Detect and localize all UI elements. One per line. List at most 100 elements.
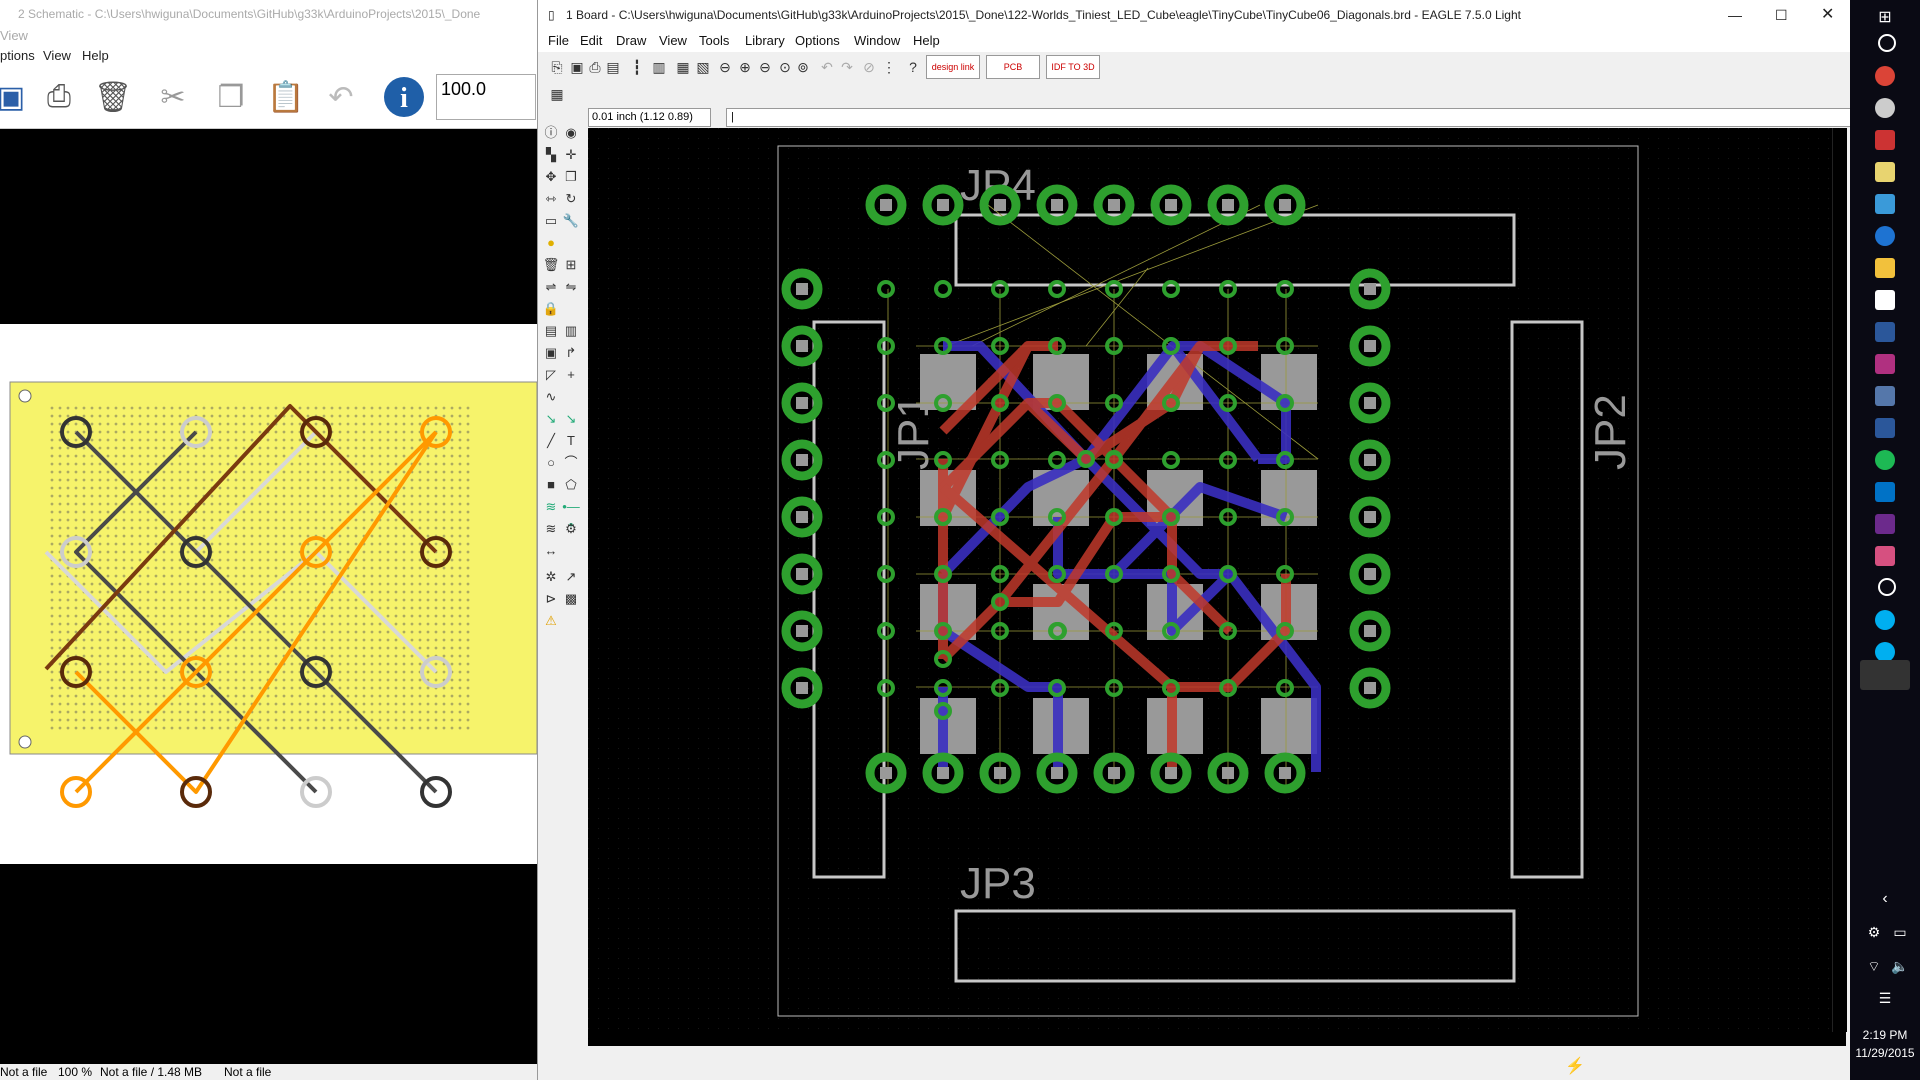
print-icon[interactable]: ⎙ — [586, 58, 604, 76]
erc-icon[interactable]: ▩ — [562, 590, 580, 608]
lock-icon[interactable]: 🔒 — [542, 300, 560, 318]
autorouter-icon[interactable]: ↗ — [562, 568, 580, 586]
rect-icon[interactable]: ■ — [542, 476, 560, 494]
save-icon[interactable]: ▣ — [0, 74, 34, 120]
menu-file[interactable]: File — [548, 33, 569, 48]
group-icon[interactable]: ▭ — [542, 212, 560, 230]
paste-icon[interactable]: ● — [542, 234, 560, 252]
menu-view[interactable]: View — [659, 33, 687, 48]
route-icon[interactable]: ◸ — [542, 366, 560, 384]
horizontal-scrollbar[interactable] — [588, 1032, 1846, 1046]
name-icon[interactable]: ⇌ — [542, 278, 560, 296]
info-icon[interactable]: i — [381, 74, 427, 120]
hole-icon[interactable]: ≋ — [542, 520, 560, 538]
split-icon[interactable]: ▣ — [542, 344, 560, 362]
menu-draw[interactable]: Draw — [616, 33, 646, 48]
zoom-fit-icon[interactable]: ⊖ — [716, 58, 734, 76]
cam-icon[interactable]: ▤ — [604, 58, 622, 76]
menu-options[interactable]: Options — [795, 33, 840, 48]
move-icon[interactable]: ✥ — [542, 168, 560, 186]
change-icon[interactable]: 🔧 — [562, 212, 580, 230]
skype-icon-2[interactable] — [1875, 642, 1895, 662]
go-icon[interactable]: ⋮ — [880, 58, 898, 76]
copy-icon[interactable]: ❐ — [562, 168, 580, 186]
outlook-icon[interactable] — [1875, 482, 1895, 502]
visual-studio-icon[interactable] — [1875, 514, 1895, 534]
app-icon-4[interactable] — [1875, 322, 1895, 342]
paste-icon[interactable]: 📋 — [263, 74, 309, 120]
menu-edit[interactable]: Edit — [580, 33, 602, 48]
copy-icon[interactable]: ❐ — [208, 74, 254, 120]
notes-icon[interactable] — [1875, 162, 1895, 182]
close-icon[interactable]: ✕ — [1821, 0, 1834, 30]
wifi-icon[interactable]: ⌔ — [1864, 958, 1884, 978]
menu-library[interactable]: Library — [745, 33, 785, 48]
open-icon[interactable]: ⎘ — [548, 58, 566, 76]
show-icon[interactable]: ◉ — [562, 124, 580, 142]
redo-icon[interactable]: ↷ — [838, 58, 856, 76]
display-icon[interactable]: ▚ — [542, 146, 560, 164]
menu-view[interactable]: View — [43, 48, 71, 63]
meander-icon[interactable]: ∿ — [542, 388, 560, 406]
dimension-icon[interactable]: ↔ — [542, 542, 560, 560]
app-icon-2[interactable] — [1875, 130, 1895, 150]
schematic-icon[interactable]: ▦ — [674, 58, 692, 76]
chrome-icon[interactable] — [1875, 66, 1895, 86]
board-canvas[interactable]: JP4 JP3 JP1 JP2 — [588, 128, 1846, 1032]
idf-to-3d-button[interactable]: IDF TO 3D — [1046, 55, 1100, 79]
spotify-icon[interactable] — [1875, 450, 1895, 470]
cut-icon[interactable]: ✂ — [150, 74, 196, 120]
maximize-icon[interactable]: ☐ — [1775, 0, 1788, 30]
arc-icon[interactable]: ⌒ — [562, 454, 580, 472]
app-icon-3[interactable] — [1875, 194, 1895, 214]
wire-icon[interactable]: ↘ — [542, 410, 560, 428]
zoom-out-icon[interactable]: ⊖ — [756, 58, 774, 76]
undo-icon[interactable]: ↶ — [818, 58, 836, 76]
signal-icon[interactable]: •—• — [562, 498, 580, 532]
explorer-icon[interactable] — [1875, 258, 1895, 278]
clock-time[interactable]: 2:19 PM — [1850, 1028, 1920, 1042]
app-icon-6[interactable] — [1875, 386, 1895, 406]
ratsnest-icon[interactable]: ✲ — [542, 568, 560, 586]
app-icon-7[interactable] — [1875, 546, 1895, 566]
help-icon[interactable]: ? — [904, 58, 922, 76]
mirror-icon[interactable]: ⇿ — [542, 190, 560, 208]
chevron-up-icon[interactable]: ‹ — [1875, 890, 1895, 910]
board-switch-icon[interactable]: ▧ — [694, 58, 712, 76]
script-icon[interactable]: ▥ — [650, 58, 668, 76]
value-icon[interactable]: ⇋ — [562, 278, 580, 296]
app-icon-8[interactable] — [1878, 578, 1896, 596]
drc-icon[interactable]: ⊳ — [542, 590, 560, 608]
save-icon[interactable]: ▣ — [568, 58, 586, 76]
word-icon[interactable] — [1875, 418, 1895, 438]
settings-icon[interactable]: ⚙ — [1864, 924, 1884, 944]
zoom-in-icon[interactable]: ⊕ — [736, 58, 754, 76]
zoom-input[interactable]: 100.0 — [436, 74, 536, 120]
optimize-icon[interactable]: ↱ — [562, 344, 580, 362]
menu-help[interactable]: Help — [913, 33, 940, 48]
document-icon[interactable] — [1875, 290, 1895, 310]
minimize-icon[interactable]: — — [1728, 0, 1742, 30]
app-icon-1[interactable] — [1875, 98, 1895, 118]
line-icon[interactable]: ╱ — [542, 432, 560, 450]
command-line-input[interactable]: | — [726, 108, 1851, 127]
menu-help[interactable]: Help — [82, 48, 109, 63]
warning-icon[interactable]: ⚠ — [542, 612, 560, 630]
miter-icon[interactable]: ▥ — [562, 322, 580, 340]
ripup-icon[interactable]: + — [562, 366, 580, 384]
ulp-icon[interactable]: ┇ — [628, 58, 646, 76]
add-icon[interactable]: ⊞ — [562, 256, 580, 274]
via-icon[interactable]: ≋ — [542, 498, 560, 516]
undo-icon[interactable]: ↶ — [318, 74, 364, 120]
wire2-icon[interactable]: ↘ — [562, 410, 580, 428]
zoom-select-icon[interactable]: ⊙ — [776, 58, 794, 76]
design-link-button[interactable]: design link — [926, 55, 980, 79]
edge-icon[interactable] — [1875, 226, 1895, 246]
grid-icon[interactable]: ▦ — [548, 85, 566, 103]
skype-icon[interactable] — [1875, 610, 1895, 630]
mark-icon[interactable]: ✛ — [562, 146, 580, 164]
eagle-task-icon[interactable] — [1860, 660, 1910, 690]
trash-icon[interactable]: 🗑 — [90, 74, 136, 120]
menu-tools[interactable]: Tools — [699, 33, 729, 48]
print-icon[interactable]: ⎙ — [36, 74, 82, 120]
